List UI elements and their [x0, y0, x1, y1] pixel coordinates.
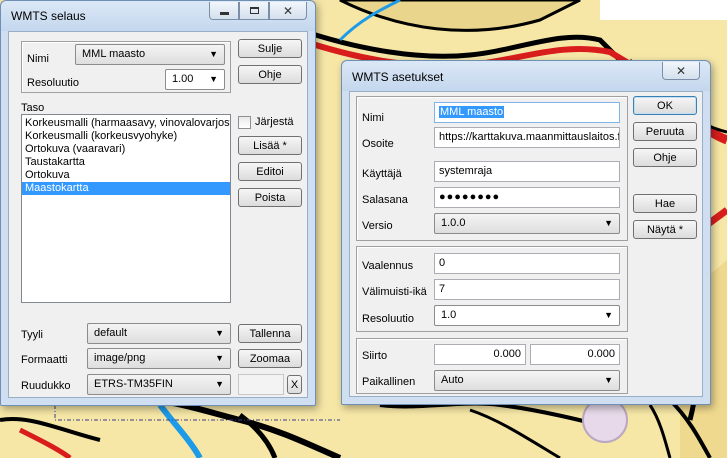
- osoite-label: Osoite: [362, 138, 394, 150]
- tyyli-select-value: default: [94, 327, 128, 339]
- chevron-down-icon: ▼: [209, 74, 218, 84]
- chevron-down-icon: ▼: [215, 353, 224, 363]
- versio-select-value: 1.0.0: [441, 217, 466, 229]
- versio-select[interactable]: 1.0.0 ▼: [434, 213, 620, 234]
- resoluutio-select[interactable]: 1.0 ▼: [434, 305, 620, 326]
- siirto-y-input[interactable]: 0.000: [530, 344, 620, 365]
- close-icon: ✕: [282, 3, 294, 18]
- versio-label: Versio: [362, 220, 393, 232]
- list-item-selected[interactable]: Maastokartta: [22, 182, 230, 195]
- valimuisti-input[interactable]: 7: [434, 279, 620, 300]
- formaatti-label: Formaatti: [21, 354, 68, 366]
- resoluutio-label: Resoluutio: [27, 77, 79, 89]
- list-item[interactable]: Taustakartta: [22, 156, 230, 169]
- list-item[interactable]: Korkeusmalli (harmaasavy, vinovalovarjos…: [22, 117, 230, 130]
- zoomaa-button[interactable]: Zoomaa: [238, 349, 302, 368]
- layer-list[interactable]: Korkeusmalli (harmaasavy, vinovalovarjos…: [21, 114, 231, 303]
- siirto-label: Siirto: [362, 350, 388, 362]
- vaalennus-label: Vaalennus: [362, 260, 414, 272]
- kayttaja-label: Käyttäjä: [362, 168, 402, 180]
- close-button[interactable]: ✕: [269, 2, 307, 20]
- paikallinen-select[interactable]: Auto ▼: [434, 370, 620, 391]
- asetukset-titlebar[interactable]: WMTS asetukset ✕: [342, 61, 710, 91]
- chevron-down-icon: ▼: [604, 310, 613, 320]
- maximize-button[interactable]: [239, 2, 269, 20]
- chevron-down-icon: ▼: [604, 375, 613, 385]
- asetukset-client: Nimi MML maasto Osoite https://karttakuv…: [349, 91, 703, 397]
- hae-button[interactable]: Hae: [633, 194, 697, 213]
- paikallinen-select-value: Auto: [441, 374, 464, 386]
- nayta-button[interactable]: Näytä *: [633, 220, 697, 239]
- clear-x-button[interactable]: X: [287, 375, 302, 394]
- nimi-select[interactable]: MML maasto ▼: [75, 44, 225, 65]
- taso-label: Taso: [21, 102, 45, 114]
- chevron-down-icon: ▼: [209, 49, 218, 59]
- selaus-client: Nimi MML maasto ▼ Resoluutio 1.00 ▼ Sulj…: [8, 31, 308, 398]
- asetukset-title: WMTS asetukset: [352, 70, 444, 84]
- formaatti-select[interactable]: image/png ▼: [87, 348, 231, 369]
- salasana-label: Salasana: [362, 194, 408, 206]
- list-item[interactable]: Ortokuva (vaaravari): [22, 143, 230, 156]
- salasana-input[interactable]: ●●●●●●●●: [434, 187, 620, 208]
- tallenna-button[interactable]: Tallenna: [238, 324, 302, 343]
- minimize-button[interactable]: [209, 2, 239, 20]
- ruudukko-select-value: ETRS-TM35FIN: [94, 378, 173, 390]
- nimi-label: Nimi: [362, 112, 384, 124]
- jarjesta-checkbox[interactable]: [238, 116, 251, 129]
- list-item[interactable]: Ortokuva: [22, 169, 230, 182]
- kayttaja-input[interactable]: systemraja: [434, 161, 620, 182]
- jarjesta-label[interactable]: Järjestä: [255, 116, 294, 128]
- ok-button[interactable]: OK: [633, 96, 697, 115]
- nimi-input[interactable]: MML maasto: [434, 102, 620, 123]
- nimi-select-value: MML maasto: [82, 48, 146, 60]
- formaatti-select-value: image/png: [94, 352, 146, 364]
- resoluutio-select-value: 1.0: [441, 309, 457, 321]
- poista-button[interactable]: Poista: [238, 188, 302, 207]
- close-icon: ✕: [675, 63, 687, 78]
- ohje-button[interactable]: Ohje: [238, 65, 302, 84]
- minimize-icon: [219, 11, 229, 15]
- tyyli-select[interactable]: default ▼: [87, 323, 231, 344]
- resoluutio-label: Resoluutio: [362, 313, 414, 325]
- selaus-title: WMTS selaus: [11, 9, 86, 23]
- wmts-asetukset-window: WMTS asetukset ✕ Nimi MML maasto Osoite …: [341, 60, 711, 405]
- paikallinen-label: Paikallinen: [362, 376, 416, 388]
- resoluutio-select[interactable]: 1.00 ▼: [165, 69, 225, 90]
- sulje-button[interactable]: Sulje: [238, 39, 302, 58]
- ruudukko-select[interactable]: ETRS-TM35FIN ▼: [87, 374, 231, 395]
- nimi-input-value: MML maasto: [439, 106, 505, 118]
- list-item[interactable]: Korkeusmalli (korkeusvyohyke): [22, 130, 230, 143]
- ruudukko-field: [238, 374, 284, 395]
- maximize-icon: [249, 7, 259, 14]
- osoite-input[interactable]: https://karttakuva.maanmittauslaitos.fi: [434, 127, 620, 148]
- selaus-titlebar[interactable]: WMTS selaus ✕: [1, 1, 315, 31]
- resoluutio-select-value: 1.00: [172, 73, 194, 85]
- close-button[interactable]: ✕: [662, 62, 700, 80]
- valimuisti-label: Välimuisti-ikä: [362, 286, 427, 298]
- lisaa-button[interactable]: Lisää *: [238, 136, 302, 155]
- chevron-down-icon: ▼: [215, 379, 224, 389]
- tyyli-label: Tyyli: [21, 329, 43, 341]
- editoi-button[interactable]: Editoi: [238, 162, 302, 181]
- siirto-x-input[interactable]: 0.000: [434, 344, 526, 365]
- chevron-down-icon: ▼: [604, 218, 613, 228]
- vaalennus-input[interactable]: 0: [434, 253, 620, 274]
- peruuta-button[interactable]: Peruuta: [633, 122, 697, 141]
- chevron-down-icon: ▼: [215, 328, 224, 338]
- nimi-label: Nimi: [27, 53, 49, 65]
- ruudukko-label: Ruudukko: [21, 380, 71, 392]
- ohje-button[interactable]: Ohje: [633, 148, 697, 167]
- wmts-selaus-window: WMTS selaus ✕ Nimi MML maasto ▼ Resoluut…: [0, 0, 316, 406]
